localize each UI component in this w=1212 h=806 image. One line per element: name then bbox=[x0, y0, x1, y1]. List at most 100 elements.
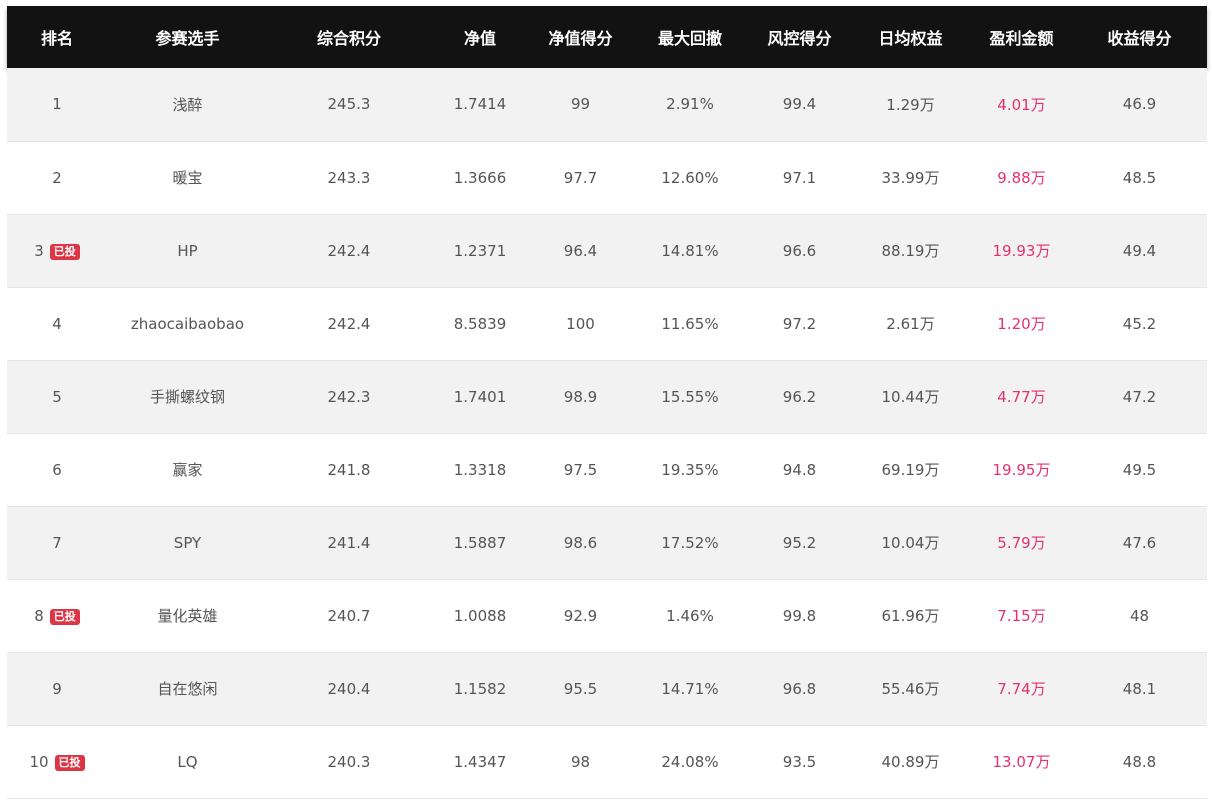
profit-amount: 7.74万 bbox=[997, 680, 1046, 698]
header-avg-equity[interactable]: 日均权益 bbox=[850, 6, 971, 68]
nav-value: 1.0088 bbox=[453, 606, 507, 625]
header-max-drawdown[interactable]: 最大回撤 bbox=[631, 6, 749, 68]
profit-amount: 19.95万 bbox=[992, 461, 1051, 479]
max-drawdown: 11.65% bbox=[661, 314, 719, 333]
avg-equity: 40.89万 bbox=[881, 753, 940, 771]
rank-number: 2 bbox=[52, 168, 62, 187]
return-score: 48.8 bbox=[1122, 752, 1157, 771]
invested-badge: 已投 bbox=[49, 243, 80, 260]
return-score: 49.5 bbox=[1122, 460, 1157, 479]
return-score: 48.1 bbox=[1122, 679, 1157, 698]
total-score: 242.3 bbox=[327, 387, 371, 406]
leaderboard-table: 排名 参赛选手 综合积分 净值 净值得分 最大回撤 风控得分 日均权益 盈利金额… bbox=[7, 6, 1207, 799]
rank-number: 4 bbox=[52, 314, 62, 333]
nav-score: 100 bbox=[566, 314, 595, 333]
table-row[interactable]: 4 zhaocaibaobao 242.4 8.5839 100 11.65% … bbox=[7, 287, 1207, 360]
rank-number: 8 bbox=[34, 606, 44, 625]
risk-score: 96.2 bbox=[782, 387, 817, 406]
max-drawdown: 24.08% bbox=[661, 752, 719, 771]
max-drawdown: 14.71% bbox=[661, 679, 719, 698]
header-nav-score[interactable]: 净值得分 bbox=[530, 6, 631, 68]
total-score: 242.4 bbox=[327, 241, 371, 260]
avg-equity: 2.61万 bbox=[886, 315, 935, 333]
header-risk-score[interactable]: 风控得分 bbox=[749, 6, 850, 68]
rank-number: 1 bbox=[52, 95, 62, 114]
nav-score: 97.5 bbox=[563, 460, 598, 479]
player-name[interactable]: 暖宝 bbox=[107, 141, 268, 214]
nav-score: 98.9 bbox=[563, 387, 598, 406]
player-name[interactable]: 量化英雄 bbox=[107, 579, 268, 652]
risk-score: 97.2 bbox=[782, 314, 817, 333]
rank-cell: 8 已投 bbox=[7, 579, 107, 652]
profit-amount: 7.15万 bbox=[997, 607, 1046, 625]
table-header-row: 排名 参赛选手 综合积分 净值 净值得分 最大回撤 风控得分 日均权益 盈利金额… bbox=[7, 6, 1207, 68]
header-profit[interactable]: 盈利金额 bbox=[971, 6, 1072, 68]
rank-number: 9 bbox=[52, 679, 62, 698]
header-nav[interactable]: 净值 bbox=[430, 6, 530, 68]
profit-amount: 4.77万 bbox=[997, 388, 1046, 406]
rank-cell: 5 bbox=[7, 360, 107, 433]
avg-equity: 55.46万 bbox=[881, 680, 940, 698]
table-row[interactable]: 9 自在悠闲 240.4 1.1582 95.5 14.71% 96.8 55.… bbox=[7, 652, 1207, 725]
nav-value: 1.3318 bbox=[453, 460, 507, 479]
header-total-score[interactable]: 综合积分 bbox=[268, 6, 430, 68]
rank-cell: 1 bbox=[7, 68, 107, 141]
max-drawdown: 14.81% bbox=[661, 241, 719, 260]
profit-amount: 4.01万 bbox=[997, 95, 1046, 114]
table-row[interactable]: 2 暖宝 243.3 1.3666 97.7 12.60% 97.1 33.99… bbox=[7, 141, 1207, 214]
nav-value: 1.3666 bbox=[453, 168, 507, 187]
rank-number: 5 bbox=[52, 387, 62, 406]
total-score: 243.3 bbox=[327, 168, 371, 187]
profit-amount: 19.93万 bbox=[992, 242, 1051, 260]
player-name[interactable]: zhaocaibaobao bbox=[107, 287, 268, 360]
avg-equity: 10.04万 bbox=[881, 534, 940, 552]
risk-score: 96.6 bbox=[782, 241, 817, 260]
table-row[interactable]: 6 赢家 241.8 1.3318 97.5 19.35% 94.8 69.19… bbox=[7, 433, 1207, 506]
avg-equity: 61.96万 bbox=[881, 607, 940, 625]
player-name[interactable]: 手撕螺纹钢 bbox=[107, 360, 268, 433]
profit-amount: 13.07万 bbox=[992, 753, 1051, 771]
risk-score: 96.8 bbox=[782, 679, 817, 698]
header-player[interactable]: 参赛选手 bbox=[107, 6, 268, 68]
table-row[interactable]: 8 已投 量化英雄 240.7 1.0088 92.9 1.46% 99.8 61… bbox=[7, 579, 1207, 652]
table-row[interactable]: 5 手撕螺纹钢 242.3 1.7401 98.9 15.55% 96.2 10… bbox=[7, 360, 1207, 433]
risk-score: 99.4 bbox=[782, 95, 817, 114]
nav-score: 97.7 bbox=[563, 168, 598, 187]
player-name[interactable]: SPY bbox=[107, 506, 268, 579]
max-drawdown: 19.35% bbox=[661, 460, 719, 479]
table-row[interactable]: 10 已投 LQ 240.3 1.4347 98 24.08% 93.5 40.8… bbox=[7, 725, 1207, 798]
nav-value: 1.2371 bbox=[453, 241, 507, 260]
invested-badge: 已投 bbox=[54, 754, 85, 771]
avg-equity: 10.44万 bbox=[881, 388, 940, 406]
nav-value: 8.5839 bbox=[453, 314, 507, 333]
player-name[interactable]: 赢家 bbox=[107, 433, 268, 506]
header-return-score[interactable]: 收益得分 bbox=[1072, 6, 1207, 68]
player-name[interactable]: 自在悠闲 bbox=[107, 652, 268, 725]
table-row[interactable]: 1 浅醉 245.3 1.7414 99 2.91% 99.4 1.29万 4.… bbox=[7, 68, 1207, 141]
return-score: 49.4 bbox=[1122, 241, 1157, 260]
rank-cell: 4 bbox=[7, 287, 107, 360]
nav-value: 1.7414 bbox=[453, 95, 507, 114]
max-drawdown: 2.91% bbox=[666, 95, 714, 114]
return-score: 47.2 bbox=[1122, 387, 1157, 406]
table-row[interactable]: 7 SPY 241.4 1.5887 98.6 17.52% 95.2 10.0… bbox=[7, 506, 1207, 579]
risk-score: 94.8 bbox=[782, 460, 817, 479]
header-rank[interactable]: 排名 bbox=[7, 6, 107, 68]
table-row[interactable]: 3 已投 HP 242.4 1.2371 96.4 14.81% 96.6 88.… bbox=[7, 214, 1207, 287]
player-name[interactable]: 浅醉 bbox=[107, 68, 268, 141]
rank-number: 3 bbox=[34, 241, 44, 260]
total-score: 240.3 bbox=[327, 752, 371, 771]
player-name[interactable]: LQ bbox=[107, 725, 268, 798]
rank-cell: 3 已投 bbox=[7, 214, 107, 287]
max-drawdown: 17.52% bbox=[661, 533, 719, 552]
leaderboard-table-container: 排名 参赛选手 综合积分 净值 净值得分 最大回撤 风控得分 日均权益 盈利金额… bbox=[7, 6, 1207, 799]
table-body: 1 浅醉 245.3 1.7414 99 2.91% 99.4 1.29万 4.… bbox=[7, 68, 1207, 798]
nav-value: 1.4347 bbox=[453, 752, 507, 771]
player-name[interactable]: HP bbox=[107, 214, 268, 287]
rank-cell: 9 bbox=[7, 652, 107, 725]
rank-cell: 10 已投 bbox=[7, 725, 107, 798]
return-score: 48 bbox=[1129, 606, 1150, 625]
profit-amount: 5.79万 bbox=[997, 534, 1046, 552]
nav-value: 1.5887 bbox=[453, 533, 507, 552]
nav-score: 96.4 bbox=[563, 241, 598, 260]
